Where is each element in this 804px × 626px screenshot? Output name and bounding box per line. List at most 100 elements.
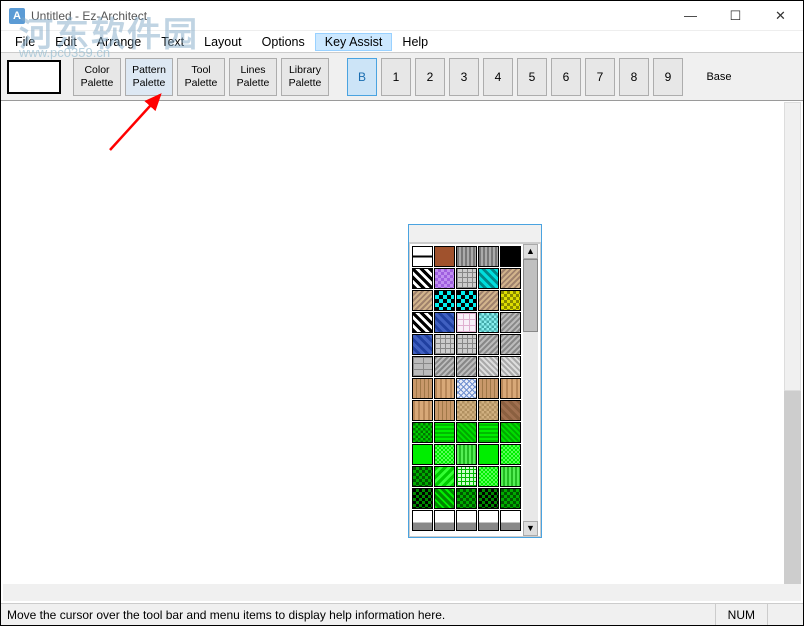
layer-button-2[interactable]: 2: [415, 58, 445, 96]
layer-button-6[interactable]: 6: [551, 58, 581, 96]
pattern-swatch[interactable]: [500, 510, 521, 531]
pattern-swatch[interactable]: [434, 290, 455, 311]
pattern-swatch[interactable]: [456, 246, 477, 267]
pattern-swatch[interactable]: [500, 400, 521, 421]
pattern-swatch[interactable]: [456, 356, 477, 377]
pattern-swatch[interactable]: [456, 422, 477, 443]
pattern-swatch[interactable]: [412, 290, 433, 311]
pattern-swatch[interactable]: [412, 444, 433, 465]
pattern-swatch[interactable]: [456, 400, 477, 421]
pattern-swatch[interactable]: [500, 444, 521, 465]
pattern-swatch[interactable]: [412, 378, 433, 399]
pattern-swatch[interactable]: [500, 246, 521, 267]
pattern-swatch[interactable]: [478, 400, 499, 421]
menu-file[interactable]: File: [5, 33, 45, 51]
tool-palette-button[interactable]: ToolPalette: [177, 58, 225, 96]
current-color-swatch[interactable]: [7, 60, 61, 94]
pattern-swatch[interactable]: [434, 268, 455, 289]
pattern-swatch[interactable]: [456, 268, 477, 289]
layer-button-7[interactable]: 7: [585, 58, 615, 96]
layer-button-3[interactable]: 3: [449, 58, 479, 96]
pattern-swatch[interactable]: [434, 334, 455, 355]
pattern-palette-window[interactable]: ▲ ▼: [408, 224, 542, 538]
pattern-swatch[interactable]: [434, 466, 455, 487]
layer-button-4[interactable]: 4: [483, 58, 513, 96]
pattern-swatch[interactable]: [456, 488, 477, 509]
pattern-swatch[interactable]: [478, 444, 499, 465]
pattern-swatch[interactable]: [434, 312, 455, 333]
pattern-swatch[interactable]: [412, 268, 433, 289]
layer-button-9[interactable]: 9: [653, 58, 683, 96]
pattern-swatch[interactable]: [500, 268, 521, 289]
pattern-palette-button[interactable]: PatternPalette: [125, 58, 173, 96]
library-palette-button[interactable]: LibraryPalette: [281, 58, 329, 96]
pattern-swatch[interactable]: [412, 400, 433, 421]
pattern-swatch[interactable]: [434, 510, 455, 531]
pattern-swatch[interactable]: [500, 422, 521, 443]
pattern-swatch[interactable]: [434, 246, 455, 267]
menu-text[interactable]: Text: [151, 33, 194, 51]
menu-options[interactable]: Options: [252, 33, 315, 51]
base-button[interactable]: Base: [695, 58, 743, 96]
pattern-swatch[interactable]: [478, 378, 499, 399]
workspace[interactable]: ▲ ▼: [3, 102, 801, 601]
pattern-swatch[interactable]: [434, 422, 455, 443]
pattern-swatch[interactable]: [478, 510, 499, 531]
pattern-swatch[interactable]: [456, 466, 477, 487]
pattern-swatch[interactable]: [478, 290, 499, 311]
pattern-swatch[interactable]: [478, 312, 499, 333]
palette-titlebar[interactable]: [409, 225, 541, 243]
lines-palette-button[interactable]: LinesPalette: [229, 58, 277, 96]
pattern-swatch[interactable]: [456, 510, 477, 531]
layer-button-8[interactable]: 8: [619, 58, 649, 96]
pattern-swatch[interactable]: [478, 334, 499, 355]
pattern-swatch[interactable]: [412, 312, 433, 333]
menu-edit[interactable]: Edit: [45, 33, 87, 51]
layer-button-5[interactable]: 5: [517, 58, 547, 96]
scroll-up-arrow[interactable]: ▲: [523, 244, 538, 259]
pattern-swatch[interactable]: [434, 400, 455, 421]
pattern-swatch[interactable]: [478, 246, 499, 267]
scrollbar-thumb[interactable]: [784, 102, 801, 391]
horizontal-scrollbar[interactable]: [3, 584, 784, 601]
layer-button-1[interactable]: 1: [381, 58, 411, 96]
menu-arrange[interactable]: Arrange: [87, 33, 151, 51]
pattern-swatch[interactable]: [412, 488, 433, 509]
pattern-swatch[interactable]: [434, 378, 455, 399]
pattern-swatch[interactable]: [434, 488, 455, 509]
palette-scrollbar[interactable]: ▲ ▼: [523, 244, 538, 536]
pattern-swatch[interactable]: [412, 466, 433, 487]
layer-button-B[interactable]: B: [347, 58, 377, 96]
vertical-scrollbar[interactable]: [784, 102, 801, 584]
pattern-swatch[interactable]: [478, 268, 499, 289]
pattern-swatch[interactable]: [478, 466, 499, 487]
pattern-swatch[interactable]: [434, 356, 455, 377]
pattern-swatch[interactable]: [456, 444, 477, 465]
pattern-swatch[interactable]: [412, 356, 433, 377]
menu-layout[interactable]: Layout: [194, 33, 252, 51]
pattern-swatch[interactable]: [412, 334, 433, 355]
menu-help[interactable]: Help: [392, 33, 438, 51]
pattern-swatch[interactable]: [500, 334, 521, 355]
pattern-swatch[interactable]: [478, 422, 499, 443]
menu-key-assist[interactable]: Key Assist: [315, 33, 393, 51]
pattern-swatch[interactable]: [456, 378, 477, 399]
pattern-swatch[interactable]: [500, 312, 521, 333]
pattern-swatch[interactable]: [478, 488, 499, 509]
pattern-swatch[interactable]: [478, 356, 499, 377]
pattern-swatch[interactable]: [500, 378, 521, 399]
scroll-down-arrow[interactable]: ▼: [523, 521, 538, 536]
pattern-swatch[interactable]: [500, 466, 521, 487]
maximize-button[interactable]: ☐: [713, 1, 758, 31]
pattern-swatch[interactable]: [412, 510, 433, 531]
pattern-swatch[interactable]: [434, 444, 455, 465]
pattern-swatch[interactable]: [500, 290, 521, 311]
color-palette-button[interactable]: ColorPalette: [73, 58, 121, 96]
pattern-swatch[interactable]: [456, 290, 477, 311]
pattern-swatch[interactable]: [500, 488, 521, 509]
close-button[interactable]: ✕: [758, 1, 803, 31]
palette-scroll-thumb[interactable]: [523, 259, 538, 332]
pattern-swatch[interactable]: [412, 246, 433, 267]
pattern-swatch[interactable]: [500, 356, 521, 377]
minimize-button[interactable]: —: [668, 1, 713, 31]
